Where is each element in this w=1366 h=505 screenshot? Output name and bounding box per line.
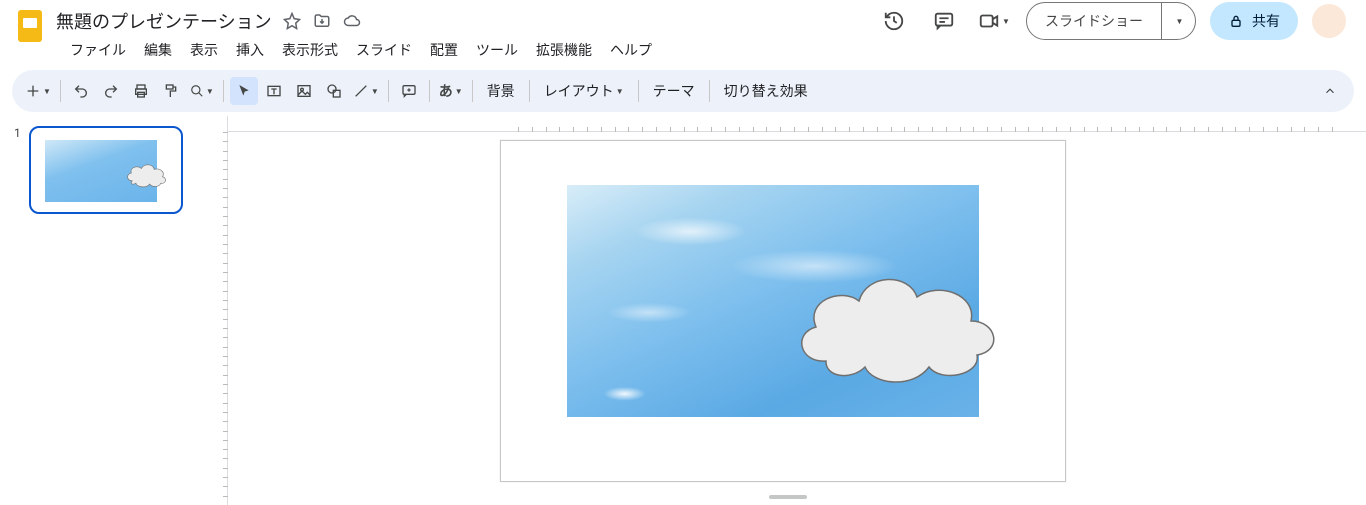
separator [638, 80, 639, 102]
shape-button[interactable] [320, 77, 348, 105]
cloud-status-icon[interactable] [342, 11, 362, 31]
canvas-area[interactable] [210, 116, 1366, 505]
separator [223, 80, 224, 102]
separator [709, 80, 710, 102]
slide-thumbnail[interactable] [29, 126, 183, 214]
app-logo-icon[interactable] [10, 6, 50, 46]
comment-add-button[interactable] [395, 77, 423, 105]
menu-slide[interactable]: スライド [348, 36, 420, 64]
menu-file[interactable]: ファイル [62, 36, 134, 64]
chevron-down-icon: ▼ [371, 87, 379, 96]
print-button[interactable] [127, 77, 155, 105]
menu-extensions[interactable]: 拡張機能 [528, 36, 600, 64]
meet-camera-icon[interactable]: ▼ [976, 3, 1012, 39]
menu-help[interactable]: ヘルプ [602, 36, 660, 64]
document-title[interactable]: 無題のプレゼンテーション [56, 8, 272, 34]
separator [472, 80, 473, 102]
chevron-down-icon: ▼ [43, 87, 51, 96]
thumbnail-cloud-shape [123, 160, 169, 188]
menu-format[interactable]: 表示形式 [274, 36, 346, 64]
textbox-button[interactable] [260, 77, 288, 105]
redo-button[interactable] [97, 77, 125, 105]
new-slide-button[interactable]: ▼ [22, 77, 54, 105]
slideshow-button[interactable]: スライドショー ▼ [1026, 2, 1196, 40]
input-tools-button[interactable]: あ ▼ [436, 77, 466, 105]
move-folder-icon[interactable] [312, 11, 332, 31]
theme-button[interactable]: テーマ [645, 77, 703, 105]
chevron-down-icon: ▼ [616, 87, 624, 96]
menu-bar: ファイル 編集 表示 挿入 表示形式 スライド 配置 ツール 拡張機能 ヘルプ [0, 36, 1366, 70]
separator [529, 80, 530, 102]
zoom-button[interactable]: ▼ [187, 77, 217, 105]
horizontal-ruler[interactable] [228, 116, 1366, 132]
separator [388, 80, 389, 102]
history-icon[interactable] [876, 3, 912, 39]
separator [429, 80, 430, 102]
star-icon[interactable] [282, 11, 302, 31]
menu-tools[interactable]: ツール [468, 36, 526, 64]
image-button[interactable] [290, 77, 318, 105]
line-button[interactable]: ▼ [350, 77, 382, 105]
collapse-toolbar-button[interactable] [1316, 77, 1344, 105]
slide-canvas[interactable] [500, 140, 1066, 482]
slide-number: 1 [14, 126, 21, 495]
paint-format-button[interactable] [157, 77, 185, 105]
toolbar: ▼ ▼ ▼ あ ▼ 背景 レイアウト ▼ [12, 70, 1354, 112]
comments-icon[interactable] [926, 3, 962, 39]
select-tool-button[interactable] [230, 77, 258, 105]
slideshow-label: スライドショー [1027, 11, 1161, 31]
undo-button[interactable] [67, 77, 95, 105]
layout-button[interactable]: レイアウト ▼ [536, 77, 632, 105]
slideshow-dropdown[interactable]: ▼ [1161, 3, 1195, 39]
share-button[interactable]: 共有 [1210, 2, 1298, 40]
chevron-down-icon: ▼ [206, 87, 214, 96]
chevron-down-icon: ▼ [455, 87, 463, 96]
account-avatar[interactable] [1312, 4, 1346, 38]
menu-view[interactable]: 表示 [182, 36, 226, 64]
menu-arrange[interactable]: 配置 [422, 36, 466, 64]
vertical-ruler[interactable] [210, 116, 228, 505]
chevron-down-icon: ▼ [1002, 17, 1010, 26]
background-button[interactable]: 背景 [479, 77, 523, 105]
share-label: 共有 [1252, 11, 1280, 31]
transition-button[interactable]: 切り替え効果 [716, 77, 816, 105]
filmstrip[interactable]: 1 [0, 116, 210, 505]
separator [60, 80, 61, 102]
menu-edit[interactable]: 編集 [136, 36, 180, 64]
chevron-down-icon: ▼ [1176, 17, 1184, 26]
cloud-shape[interactable] [781, 251, 1021, 391]
menu-insert[interactable]: 挿入 [228, 36, 272, 64]
lock-icon [1228, 13, 1244, 29]
speaker-notes-handle[interactable] [769, 495, 807, 499]
